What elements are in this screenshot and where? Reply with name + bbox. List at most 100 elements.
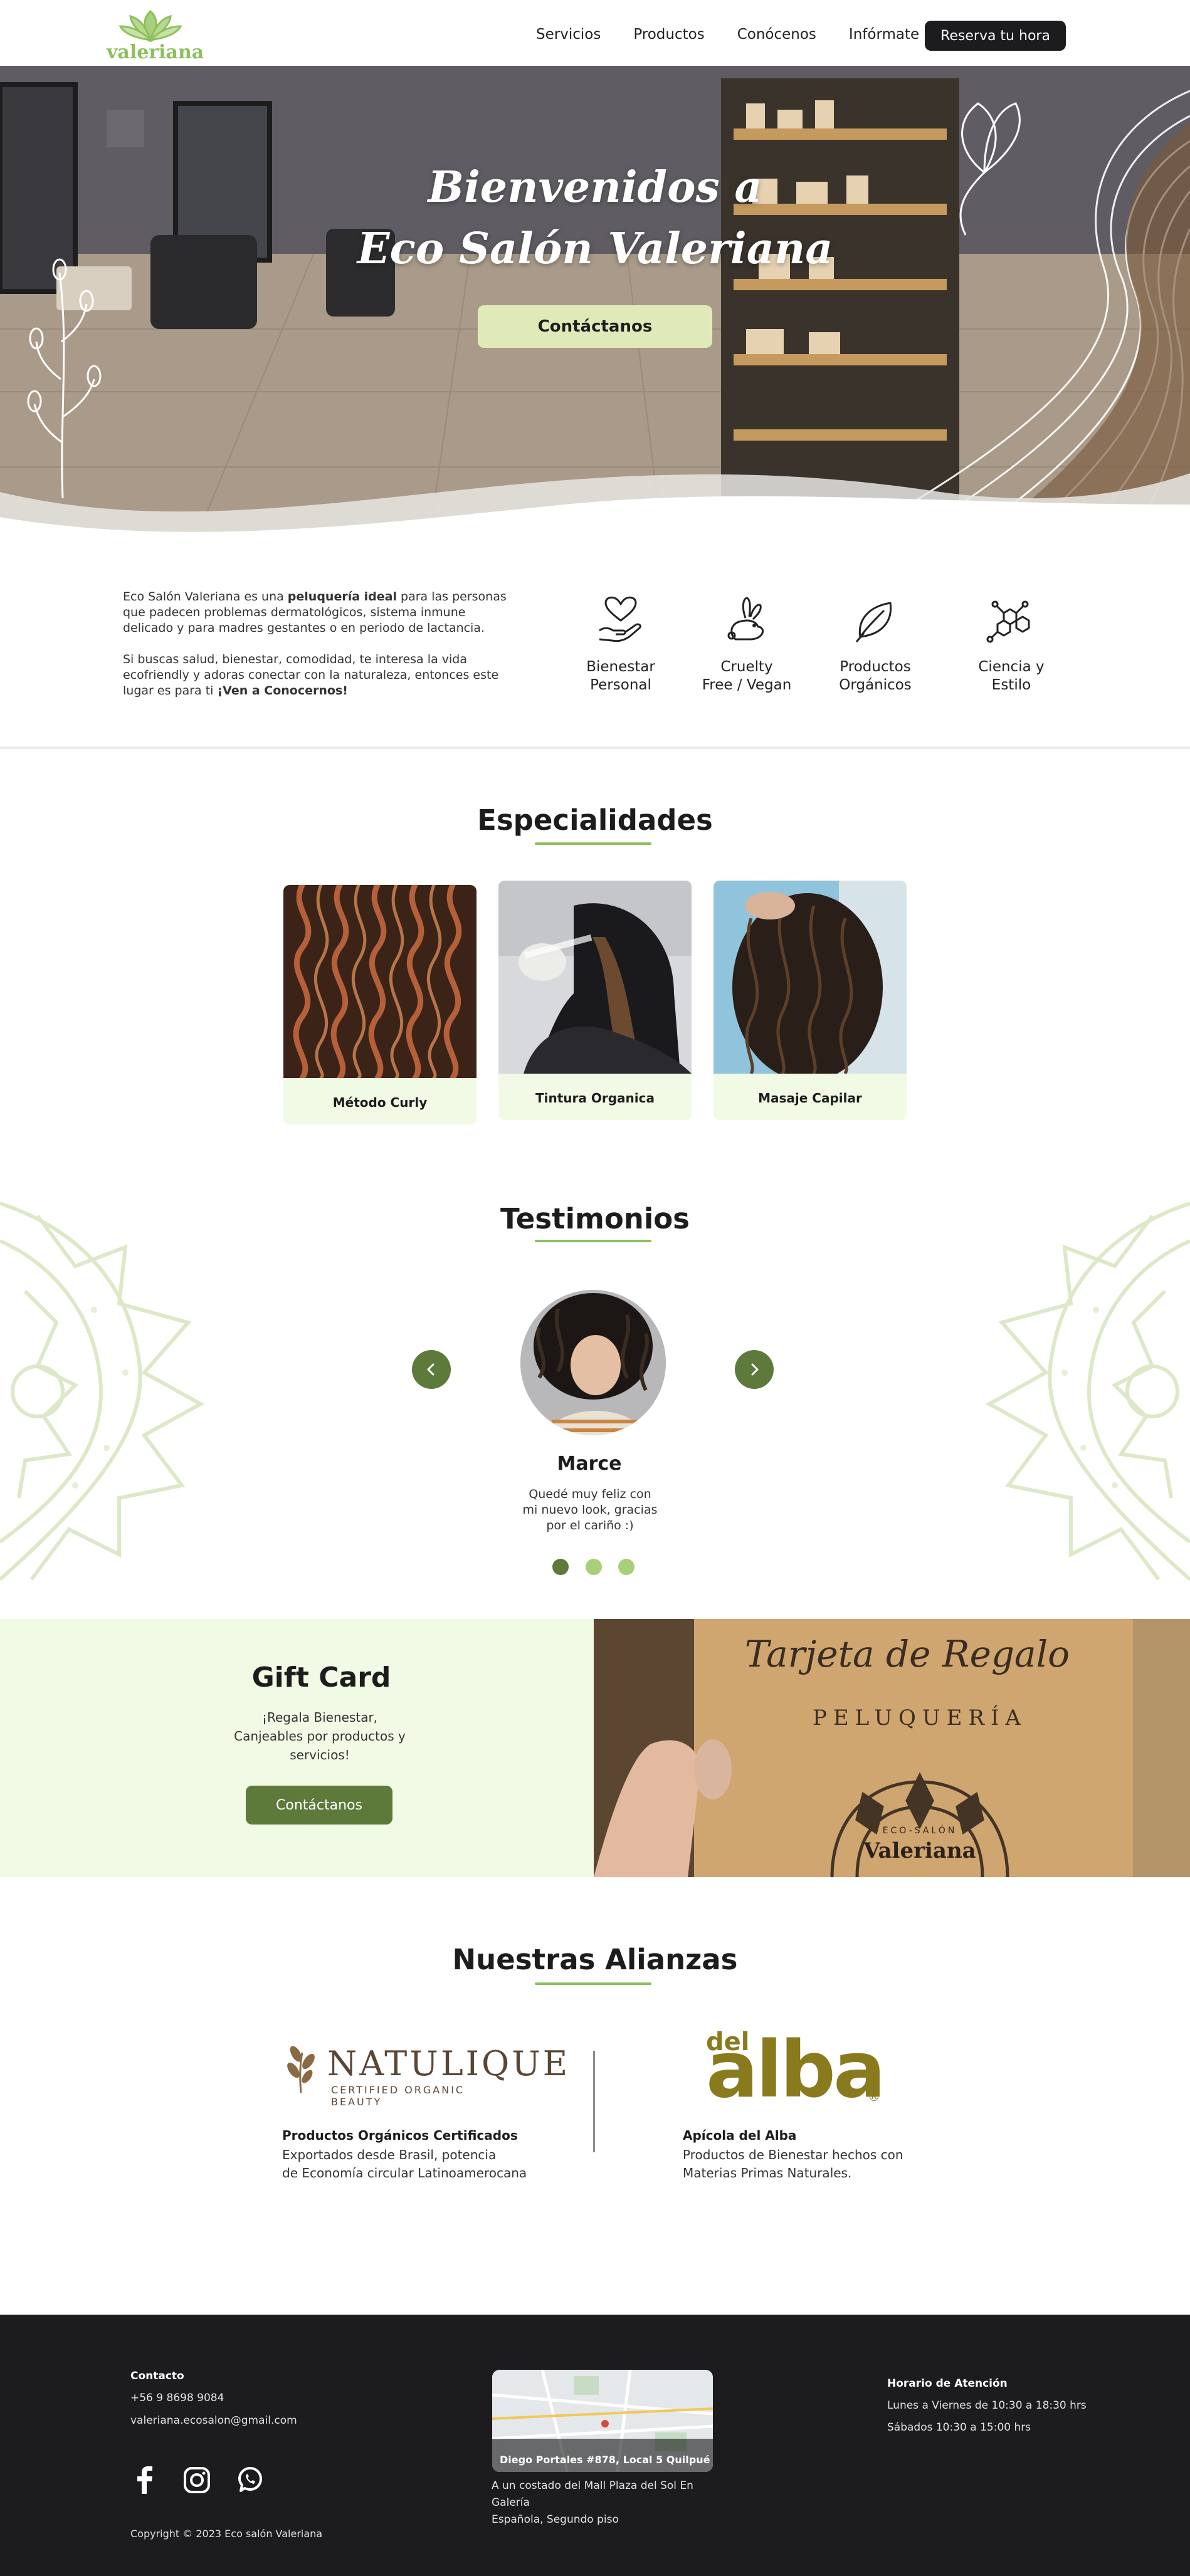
specialty-label-curly: Método Curly bbox=[332, 1095, 428, 1110]
testimonial-prev-button[interactable] bbox=[412, 1350, 451, 1389]
gift-card-photo: Tarjeta de Regalo PELUQUERÍA ECO-SALÓN V… bbox=[594, 1619, 1190, 1877]
chevron-right-icon bbox=[751, 1363, 759, 1376]
heart-hand-icon bbox=[599, 596, 641, 642]
logo-wordmark: valeriana bbox=[107, 41, 204, 63]
alliances-title-underline bbox=[535, 1982, 651, 1985]
mandala-right-decoration bbox=[985, 1202, 1190, 1581]
instagram-icon bbox=[184, 2467, 210, 2493]
gift-card-panel: Gift Card ¡Regala Bienestar, Canjeables … bbox=[0, 1619, 594, 1877]
location-map[interactable]: Diego Portales #878, Local 5 Quilpué bbox=[492, 2370, 713, 2472]
gift-image-title: Tarjeta de Regalo bbox=[744, 1633, 1070, 1675]
specialty-card-tintura[interactable]: Tintura Organica bbox=[498, 881, 692, 1120]
curly-hair-photo bbox=[283, 885, 477, 1081]
molecule-icon bbox=[986, 600, 1030, 643]
del-alba-wordmark: alba bbox=[706, 2025, 886, 2115]
footer-address: A un costado del Mall Plaza del Sol En G… bbox=[492, 2478, 730, 2528]
hero-section: Bienvenidos a Eco Salón Valeriana Contác… bbox=[0, 66, 1190, 558]
hero-contact-button[interactable]: Contáctanos bbox=[478, 305, 712, 348]
intro-paragraph-2: Si buscas salud, bienestar, comodidad, t… bbox=[123, 652, 512, 699]
leaf-icon bbox=[855, 602, 892, 642]
intro-text: Eco Salón Valeriana es una peluquería id… bbox=[123, 589, 512, 715]
del-alba-registered: ® bbox=[868, 2089, 880, 2104]
feature-cruelty-free: Cruelty Free / Vegan bbox=[693, 595, 800, 694]
feature-label-ciencia: Ciencia y Estilo bbox=[978, 659, 1045, 693]
specialties-title-underline bbox=[535, 842, 651, 845]
testimonial-name: Marce bbox=[557, 1453, 622, 1475]
testimonial-quote: Quedé muy feliz con mi nuevo look, graci… bbox=[522, 1487, 658, 1532]
nav-links: Servicios Productos Conócenos Infórmate bbox=[536, 26, 952, 43]
feature-label-cruelty: Cruelty Free / Vegan bbox=[702, 659, 792, 693]
feature-organicos: Productos Orgánicos bbox=[822, 595, 929, 694]
hero-title-line2: Eco Salón Valeriana bbox=[357, 224, 833, 274]
footer-hours-saturday: Sábados 10:30 a 15:00 hrs bbox=[887, 2421, 1031, 2434]
testimonial-next-button[interactable] bbox=[735, 1350, 774, 1389]
intro-paragraph-1: Eco Salón Valeriana es una peluquería id… bbox=[123, 589, 512, 636]
footer-hours-heading: Horario de Atención bbox=[887, 2377, 1008, 2390]
carousel-dot-2[interactable] bbox=[586, 1559, 602, 1575]
natulique-description-1: Exportados desde Brasil, potencia bbox=[282, 2147, 497, 2162]
gift-card-title: Gift Card bbox=[251, 1662, 391, 1694]
intro-p2-highlight: ¡Ven a Conocernos! bbox=[217, 684, 348, 698]
gift-image-subtitle: PELUQUERÍA bbox=[812, 1705, 1027, 1730]
footer-email[interactable]: valeriana.ecosalon@gmail.com bbox=[130, 2410, 297, 2432]
feature-bienestar: Bienestar Personal bbox=[567, 595, 674, 694]
footer-copyright: Copyright © 2023 Eco salón Valeriana bbox=[130, 2528, 323, 2540]
valeriana-logo[interactable]: valeriana bbox=[107, 9, 204, 63]
footer-contact-heading: Contacto bbox=[130, 2370, 184, 2382]
testimonials-title-underline bbox=[535, 1240, 651, 1242]
gift-image-brand: Valeriana bbox=[863, 1838, 976, 1863]
feature-label-organicos: Productos Orgánicos bbox=[839, 659, 912, 693]
footer-address-line2: Española, Segundo piso bbox=[492, 2513, 619, 2526]
natulique-logo[interactable]: NATULIQUE CERTIFIED ORGANIC BEAUTY bbox=[282, 2040, 567, 2108]
footer-address-line1: A un costado del Mall Plaza del Sol En G… bbox=[492, 2479, 693, 2509]
reserve-button[interactable]: Reserva tu hora bbox=[925, 21, 1066, 51]
intro-p1-highlight: peluquería ideal bbox=[287, 590, 397, 604]
natulique-leaf-icon bbox=[287, 2046, 315, 2093]
specialty-label-masaje: Masaje Capilar bbox=[758, 1091, 862, 1106]
rabbit-icon bbox=[727, 597, 764, 641]
facebook-icon bbox=[137, 2466, 152, 2494]
instagram-link[interactable] bbox=[182, 2465, 212, 2495]
specialties-title: Especialidades bbox=[477, 804, 713, 837]
testimonials-title: Testimonios bbox=[500, 1202, 690, 1235]
alba-name: Apícola del Alba bbox=[683, 2128, 797, 2143]
facebook-link[interactable] bbox=[129, 2465, 159, 2495]
scalp-massage-photo bbox=[713, 881, 907, 1081]
specialty-label-tintura: Tintura Organica bbox=[535, 1091, 655, 1106]
natulique-name: Productos Orgánicos Certificados bbox=[282, 2128, 518, 2143]
footer-hours-weekdays: Lunes a Viernes de 10:30 a 18:30 hrs bbox=[887, 2399, 1087, 2412]
intro-p1-text: Eco Salón Valeriana es una bbox=[123, 590, 288, 604]
footer: Contacto +56 9 8698 9084 valeriana.ecosa… bbox=[0, 2315, 1190, 2576]
natulique-wordmark: NATULIQUE bbox=[327, 2044, 571, 2083]
flower-logo-icon bbox=[118, 9, 182, 43]
feature-ciencia: Ciencia y Estilo bbox=[958, 595, 1065, 694]
intro-section: Eco Salón Valeriana es una peluquería id… bbox=[0, 558, 1190, 749]
natulique-description-2: de Economía circular Latinoamerocana bbox=[282, 2165, 527, 2181]
carousel-dot-1[interactable] bbox=[552, 1559, 569, 1575]
chevron-left-icon bbox=[426, 1363, 434, 1376]
carousel-dot-3[interactable] bbox=[618, 1559, 634, 1575]
mandala-left-decoration bbox=[0, 1202, 205, 1581]
whatsapp-link[interactable] bbox=[235, 2465, 265, 2495]
nav-link-informate[interactable]: Infórmate bbox=[849, 26, 919, 43]
hero-title-line1: Bienvenidos a bbox=[428, 162, 762, 212]
avatar-photo bbox=[520, 1290, 666, 1435]
nav-link-servicios[interactable]: Servicios bbox=[536, 26, 601, 43]
map-address-label: Diego Portales #878, Local 5 Quilpué bbox=[500, 2454, 710, 2466]
specialty-card-masaje[interactable]: Masaje Capilar bbox=[713, 881, 907, 1120]
whatsapp-icon bbox=[238, 2467, 262, 2492]
natulique-tagline: CERTIFIED ORGANIC BEAUTY bbox=[331, 2084, 465, 2108]
hair-dye-photo bbox=[498, 881, 692, 1074]
hero-title: Bienvenidos a Eco Salón Valeriana bbox=[0, 157, 1190, 280]
footer-phone[interactable]: +56 9 8698 9084 bbox=[130, 2387, 224, 2409]
nav-link-conocenos[interactable]: Conócenos bbox=[737, 26, 816, 43]
del-alba-logo[interactable]: del alba ® bbox=[706, 2026, 894, 2114]
gift-contact-button[interactable]: Contáctanos bbox=[246, 1786, 392, 1825]
nav-link-productos[interactable]: Productos bbox=[633, 26, 704, 43]
alba-description-2: Materias Primas Naturales. bbox=[683, 2165, 852, 2181]
alliances-title: Nuestras Alianzas bbox=[452, 1943, 738, 1976]
gift-image-brand-small: ECO-SALÓN bbox=[882, 1826, 957, 1836]
feature-label-bienestar: Bienestar Personal bbox=[586, 659, 655, 693]
testimonial-avatar bbox=[520, 1290, 666, 1435]
specialty-card-curly[interactable]: Método Curly bbox=[283, 885, 477, 1124]
